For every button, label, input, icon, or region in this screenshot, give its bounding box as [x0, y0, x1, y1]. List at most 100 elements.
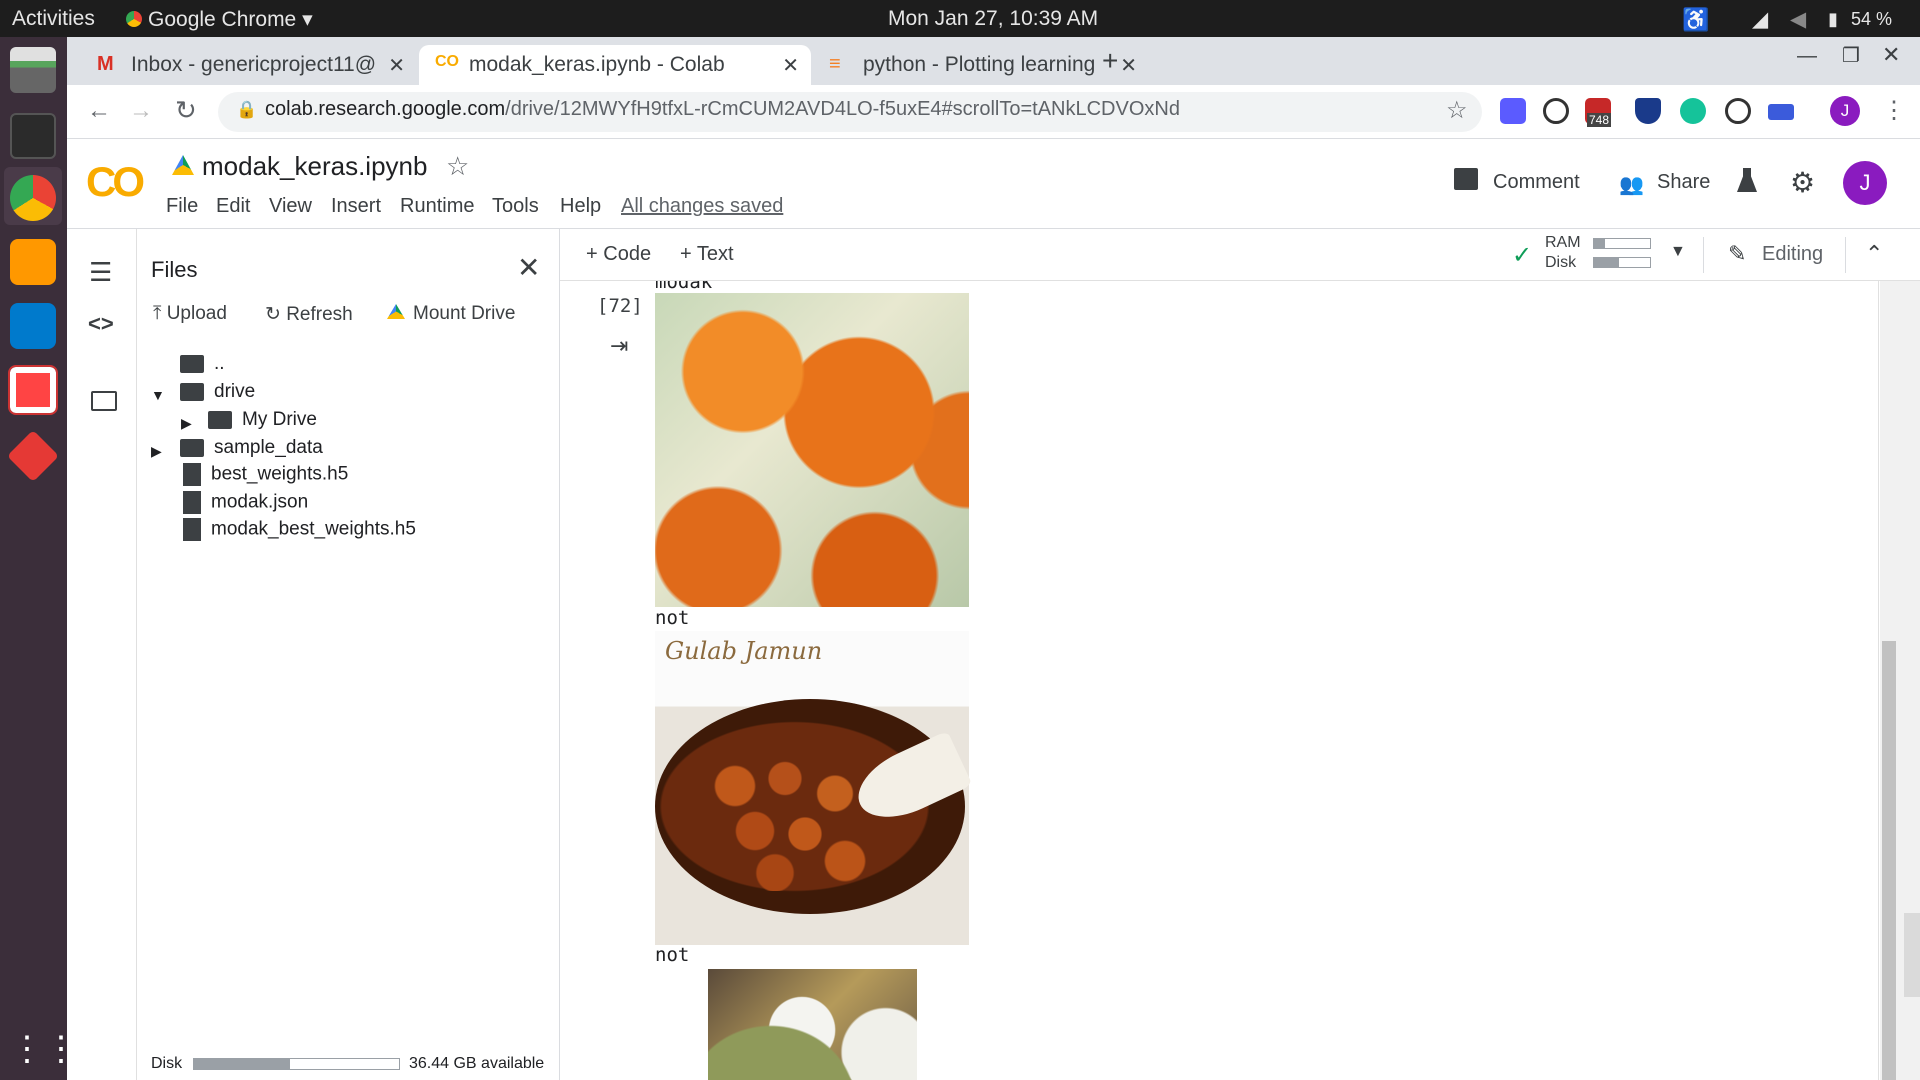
- clock[interactable]: Mon Jan 27, 10:39 AM: [888, 7, 1098, 31]
- battery-percent[interactable]: 54 %: [1851, 9, 1892, 30]
- chevron-down-icon[interactable]: ▼: [151, 387, 165, 403]
- notebook-toolbar: + Code + Text ✓ RAM Disk ▼ ✎ Editing ⌃: [560, 229, 1920, 281]
- tree-item-parent[interactable]: ..: [180, 353, 225, 375]
- output-label: modak: [655, 281, 712, 289]
- account-avatar[interactable]: J: [1843, 161, 1887, 205]
- chrome-menu-icon[interactable]: ⋮: [1882, 96, 1906, 125]
- tree-item-drive[interactable]: drive: [180, 381, 255, 403]
- sublime-text-icon[interactable]: [10, 239, 56, 285]
- url-text[interactable]: colab.research.google.com/drive/12MWYfH9…: [265, 98, 1180, 121]
- chrome-icon[interactable]: [10, 175, 56, 221]
- divider: [1703, 237, 1704, 273]
- refresh-button[interactable]: ↻ Refresh: [265, 303, 353, 326]
- colab-logo[interactable]: CO: [86, 158, 145, 206]
- disk-label: Disk: [1545, 254, 1577, 271]
- tree-item-sample-data[interactable]: sample_data: [180, 437, 323, 459]
- file-icon: [183, 518, 201, 541]
- folder-icon: [180, 382, 204, 401]
- files-folder-icon[interactable]: [91, 391, 117, 411]
- output-label: not: [655, 944, 690, 966]
- show-apps-icon[interactable]: ⋮⋮: [10, 1027, 78, 1073]
- speedometer-icon[interactable]: [1725, 98, 1751, 124]
- window-close-icon[interactable]: ✕: [1882, 42, 1900, 68]
- scrollbar-track[interactable]: [1880, 281, 1920, 1080]
- menu-runtime[interactable]: Runtime: [400, 195, 474, 218]
- tab-stackoverflow[interactable]: ≡ python - Plotting learning ✕: [813, 45, 1149, 85]
- reload-icon[interactable]: ↻: [175, 95, 197, 126]
- add-code-button[interactable]: + Code: [586, 243, 651, 266]
- ram-label: RAM: [1545, 234, 1581, 251]
- activities-button[interactable]: Activities: [12, 7, 95, 31]
- modak-image: [655, 293, 969, 607]
- back-icon[interactable]: ←: [87, 97, 111, 125]
- mount-drive-button[interactable]: Mount Drive: [387, 303, 515, 325]
- upload-button[interactable]: ⤒ Upload: [153, 303, 227, 325]
- grammarly-icon[interactable]: [1680, 98, 1706, 124]
- folder-up-icon: [180, 354, 204, 373]
- disk-meter[interactable]: [1593, 257, 1651, 268]
- collapse-header-icon[interactable]: ⌃: [1865, 241, 1883, 267]
- tab-inbox[interactable]: M Inbox - genericproject11@ ✕: [81, 45, 417, 85]
- comment-icon: [1454, 168, 1478, 190]
- notebook-body: [72] ⇥ modak not Gulab Jamun not: [560, 281, 1920, 1080]
- add-text-button[interactable]: + Text: [680, 243, 734, 266]
- tree-item-file[interactable]: best_weights.h5: [183, 463, 348, 486]
- settings-gear-icon[interactable]: ⚙: [1790, 166, 1815, 199]
- zip-extension-icon[interactable]: [1768, 104, 1794, 120]
- menu-view[interactable]: View: [269, 195, 312, 218]
- menu-edit[interactable]: Edit: [216, 195, 250, 218]
- chevron-right-icon[interactable]: ▶: [181, 415, 192, 432]
- close-tab-icon[interactable]: ✕: [1120, 53, 1137, 78]
- menu-insert[interactable]: Insert: [331, 195, 381, 218]
- comment-button[interactable]: Comment: [1493, 171, 1580, 194]
- execution-count[interactable]: [72]: [597, 295, 643, 317]
- git-app-icon[interactable]: [6, 429, 60, 483]
- wifi-icon[interactable]: ◢: [1752, 7, 1768, 32]
- tab-colab[interactable]: CO modak_keras.ipynb - Colab ✕: [419, 45, 811, 85]
- saved-status[interactable]: All changes saved: [621, 195, 783, 218]
- files-app-icon[interactable]: [10, 47, 56, 93]
- menu-tools[interactable]: Tools: [492, 195, 539, 218]
- menu-help[interactable]: Help: [560, 195, 601, 218]
- minimize-icon[interactable]: —: [1797, 45, 1817, 68]
- forward-icon[interactable]: →: [129, 97, 153, 125]
- terminal-icon[interactable]: [10, 113, 56, 159]
- star-icon[interactable]: ☆: [446, 151, 469, 182]
- disk-usage-bar: [193, 1058, 400, 1070]
- transmission-icon[interactable]: [8, 365, 58, 415]
- accessibility-icon[interactable]: ♿: [1682, 7, 1709, 33]
- battery-icon[interactable]: ▮: [1828, 9, 1838, 30]
- new-tab-icon[interactable]: +: [1102, 45, 1118, 77]
- lock-icon[interactable]: 🔒: [236, 100, 257, 120]
- editing-mode-button[interactable]: Editing: [1762, 243, 1823, 266]
- extension-icon[interactable]: [1543, 98, 1569, 124]
- jamun-balls: [695, 741, 895, 891]
- tree-item-file[interactable]: modak_best_weights.h5: [183, 518, 416, 541]
- scrollbar-thumb[interactable]: [1882, 641, 1896, 1080]
- colab-icon: CO: [435, 53, 459, 70]
- ram-meter[interactable]: [1593, 238, 1651, 249]
- chevron-right-icon[interactable]: ▶: [151, 443, 162, 460]
- vscode-icon[interactable]: [10, 303, 56, 349]
- tree-item-file[interactable]: modak.json: [183, 491, 308, 514]
- profile-avatar[interactable]: J: [1830, 96, 1860, 126]
- output-toggle-icon[interactable]: ⇥: [610, 333, 628, 359]
- close-tab-icon[interactable]: ✕: [388, 53, 405, 78]
- stackoverflow-icon: ≡: [829, 53, 841, 75]
- shield-extension-icon[interactable]: [1635, 98, 1661, 124]
- close-panel-icon[interactable]: ✕: [517, 251, 540, 284]
- volume-icon[interactable]: ◀: [1790, 7, 1806, 32]
- app-menu[interactable]: Google Chrome ▾: [148, 7, 313, 32]
- outer-scrollbar-thumb[interactable]: [1904, 913, 1920, 997]
- bookmark-star-icon[interactable]: ☆: [1446, 96, 1468, 125]
- notebook-title[interactable]: modak_keras.ipynb: [202, 151, 427, 182]
- code-snippets-icon[interactable]: <>: [88, 311, 114, 337]
- zoom-extension-icon[interactable]: [1500, 98, 1526, 124]
- table-of-contents-icon[interactable]: ☰: [89, 257, 112, 288]
- close-tab-icon[interactable]: ✕: [782, 53, 799, 78]
- tree-item-my-drive[interactable]: My Drive: [208, 409, 317, 431]
- runtime-dropdown-icon[interactable]: ▼: [1670, 243, 1686, 261]
- restore-icon[interactable]: ❐: [1842, 43, 1860, 68]
- menu-file[interactable]: File: [166, 195, 198, 218]
- share-button[interactable]: Share: [1657, 171, 1710, 194]
